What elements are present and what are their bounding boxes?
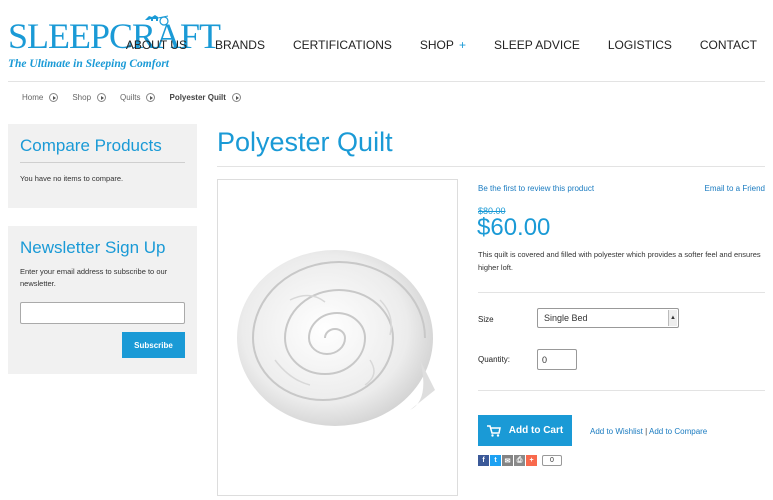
current-price: $60.00: [477, 214, 551, 241]
compare-empty-text: You have no items to compare.: [20, 174, 124, 183]
email-friend-link[interactable]: Email to a Friend: [705, 184, 765, 193]
breadcrumb-shop[interactable]: Shop: [72, 93, 107, 102]
nav-certifications[interactable]: CERTIFICATIONS: [293, 38, 392, 52]
breadcrumb-home[interactable]: Home: [22, 93, 59, 102]
newsletter-email-input[interactable]: [20, 302, 185, 324]
nav-shop[interactable]: SHOP +: [420, 38, 466, 52]
add-to-cart-button[interactable]: Add to Cart: [478, 415, 572, 446]
write-review-link[interactable]: Be the first to review this product: [478, 184, 594, 193]
nav-logistics[interactable]: LOGISTICS: [608, 38, 672, 52]
breadcrumb-current: Polyester Quilt: [169, 93, 241, 102]
print-icon[interactable]: ⎙: [514, 455, 525, 466]
compare-products-box: Compare Products You have no items to co…: [8, 124, 197, 208]
breadcrumb-arrow-icon: [231, 93, 241, 102]
product-description: This quilt is covered and filled with po…: [478, 250, 761, 273]
title-divider: [217, 166, 765, 167]
breadcrumb-arrow-icon: [49, 93, 59, 102]
breadcrumb: Home Shop Quilts Polyester Quilt: [22, 93, 255, 102]
size-select-value: Single Bed: [544, 313, 588, 323]
newsletter-text: Enter your email address to subscribe to…: [20, 267, 168, 288]
breadcrumb-label: Shop: [72, 93, 92, 102]
quantity-input[interactable]: 0: [537, 349, 577, 370]
size-label: Size: [478, 315, 494, 324]
add-to-wishlist-link[interactable]: Add to Wishlist: [590, 427, 643, 436]
main-nav: ABOUT US BRANDS CERTIFICATIONS SHOP + SL…: [98, 38, 757, 52]
add-to-compare-link[interactable]: Add to Compare: [649, 427, 707, 436]
facebook-icon[interactable]: f: [478, 455, 489, 466]
logo-tagline: The Ultimate in Sleeping Comfort: [8, 58, 170, 70]
breadcrumb-arrow-icon: [97, 93, 107, 102]
breadcrumb-quilts[interactable]: Quilts: [120, 93, 156, 102]
twitter-icon[interactable]: t: [490, 455, 501, 466]
select-arrow-icon: ▲: [668, 310, 677, 326]
share-bar: f t ✉ ⎙ + 0: [478, 455, 562, 466]
nav-brands[interactable]: BRANDS: [215, 38, 265, 52]
product-image-frame[interactable]: [217, 179, 458, 496]
compare-title: Compare Products: [20, 136, 185, 163]
email-icon[interactable]: ✉: [502, 455, 513, 466]
breadcrumb-arrow-icon: [146, 93, 156, 102]
product-image: [237, 250, 435, 426]
nav-shop-expand-icon[interactable]: +: [459, 38, 466, 52]
newsletter-title: Newsletter Sign Up: [20, 238, 166, 257]
subscribe-button[interactable]: Subscribe: [122, 332, 185, 358]
nav-sleep-advice[interactable]: SLEEP ADVICE: [494, 38, 580, 52]
product-title: Polyester Quilt: [217, 127, 393, 157]
header-divider: [8, 81, 765, 82]
link-separator: |: [645, 427, 648, 436]
nav-shop-label: SHOP: [419, 38, 454, 52]
wishlist-compare-links: Add to Wishlist | Add to Compare: [590, 427, 707, 436]
nav-contact[interactable]: CONTACT: [700, 38, 757, 52]
add-to-cart-label: Add to Cart: [508, 425, 564, 436]
share-count: 0: [542, 455, 562, 466]
breadcrumb-label: Quilts: [120, 93, 141, 102]
size-select[interactable]: Single Bed ▲: [537, 308, 679, 328]
breadcrumb-label: Home: [22, 93, 44, 102]
cart-icon: [486, 424, 501, 437]
nav-about-us[interactable]: ABOUT US: [126, 38, 187, 52]
newsletter-box: Newsletter Sign Up Enter your email addr…: [8, 226, 197, 374]
quantity-label: Quantity:: [478, 355, 511, 364]
description-divider: [478, 292, 765, 293]
addthis-plus-icon[interactable]: +: [526, 455, 537, 466]
breadcrumb-label: Polyester Quilt: [169, 93, 226, 102]
quantity-divider: [478, 390, 765, 391]
